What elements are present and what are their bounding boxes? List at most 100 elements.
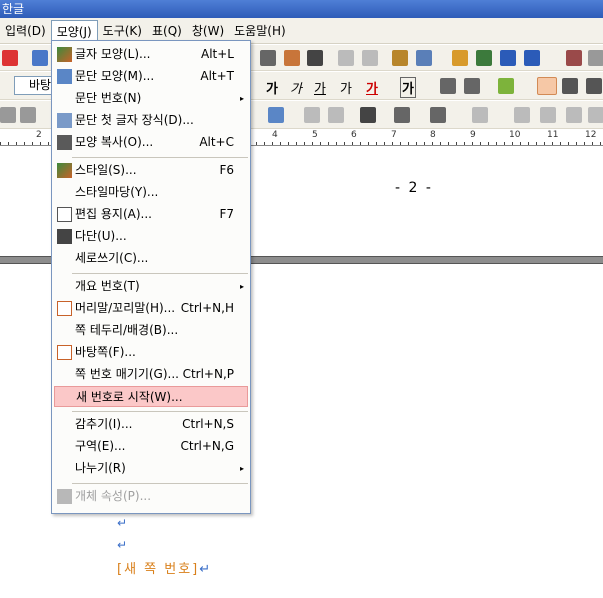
- ruler-tick: 5: [312, 130, 318, 140]
- menu-item-header-footer[interactable]: 머리말/꼬리말(H)... Ctrl+N,H: [54, 298, 248, 319]
- menu-item-hide[interactable]: 감추기(I)... Ctrl+N,S: [54, 414, 248, 435]
- new-page-number-field[interactable]: [새 쪽 번호]↵: [117, 558, 212, 577]
- highlighter-icon[interactable]: [498, 78, 514, 94]
- font-color-button[interactable]: 가: [366, 78, 378, 97]
- symbol-icon[interactable]: [524, 50, 540, 66]
- menu-item-vertical-writing[interactable]: 세로쓰기(C)...: [54, 248, 248, 269]
- columns-icon[interactable]: [307, 50, 323, 66]
- menu-separator: [72, 157, 248, 158]
- menu-window[interactable]: 창(W): [187, 20, 229, 42]
- bring-front-icon[interactable]: [304, 107, 320, 123]
- pdf-icon[interactable]: [2, 50, 18, 66]
- menu-item-page-border[interactable]: 쪽 테두리/배경(B)...: [54, 320, 248, 341]
- group-icon[interactable]: [514, 107, 530, 123]
- menu-table[interactable]: 표(Q): [147, 20, 187, 42]
- menu-item-outline-number[interactable]: 개요 번호(T) ▸: [54, 276, 248, 297]
- menu-format[interactable]: 모양(J): [50, 19, 98, 42]
- table-icon[interactable]: [416, 50, 432, 66]
- master-page-icon: [57, 345, 72, 360]
- align-objects-icon[interactable]: [566, 107, 582, 123]
- equation-icon[interactable]: [476, 50, 492, 66]
- more-icon[interactable]: [588, 50, 603, 66]
- menu-item-style[interactable]: 스타일(S)... F6: [54, 160, 248, 181]
- ruler-tick: 7: [391, 130, 397, 140]
- line-width-icon[interactable]: [394, 107, 410, 123]
- dropcap-icon: [57, 113, 72, 128]
- format-menu-dropdown: 글자 모양(L)... Alt+L 문단 모양(M)... Alt+T 문단 번…: [51, 40, 251, 514]
- text-art-icon[interactable]: [284, 50, 300, 66]
- menu-help[interactable]: 도움말(H): [229, 20, 291, 42]
- outline-button[interactable]: 가: [340, 78, 352, 97]
- menu-separator: [72, 273, 248, 274]
- ruler-tick: 9: [470, 130, 476, 140]
- ruler-tick: 8: [430, 130, 436, 140]
- unlink-icon[interactable]: [362, 50, 378, 66]
- form-icon[interactable]: [566, 50, 582, 66]
- menu-separator: [72, 483, 248, 484]
- align-left-icon[interactable]: [562, 78, 578, 94]
- arrow-style-icon[interactable]: [430, 107, 446, 123]
- ruler-tick: 6: [351, 130, 357, 140]
- ruler-tick: 2: [36, 130, 42, 140]
- menu-item-copy-format[interactable]: 모양 복사(O)... Alt+C: [54, 132, 248, 153]
- header-footer-icon: [57, 301, 72, 316]
- shadow-icon[interactable]: [472, 107, 488, 123]
- paragraph-mark: ↵: [117, 538, 128, 552]
- style-select[interactable]: 바탕: [14, 76, 54, 95]
- menu-item-char-shape[interactable]: 글자 모양(L)... Alt+L: [54, 44, 248, 65]
- page-setup-icon: [57, 207, 72, 222]
- menu-tools[interactable]: 도구(K): [98, 20, 147, 42]
- style-select-value: 바탕: [29, 78, 52, 92]
- title-bar: 한글: [0, 0, 603, 18]
- paragraph-mark: ↵: [117, 516, 128, 530]
- field-label: [새 쪽 번호]: [117, 562, 200, 577]
- image-icon[interactable]: [392, 50, 408, 66]
- ruler-tick: 10: [509, 130, 521, 140]
- link-icon[interactable]: [338, 50, 354, 66]
- underline-button[interactable]: 가: [314, 78, 326, 97]
- copy-format-icon: [57, 135, 72, 150]
- menu-item-page-setup[interactable]: 편집 용지(A)... F7: [54, 204, 248, 225]
- send-back-icon[interactable]: [328, 107, 344, 123]
- char-shape-icon: [57, 47, 72, 62]
- chart-icon[interactable]: [452, 50, 468, 66]
- menu-item-para-number[interactable]: 문단 번호(N) ▸: [54, 88, 248, 109]
- justify-icon[interactable]: [537, 77, 557, 95]
- window-title: 한글: [2, 2, 25, 16]
- align-center-icon[interactable]: [260, 50, 276, 66]
- menu-item-dropcap[interactable]: 문단 첫 글자 장식(D)...: [54, 110, 248, 131]
- menu-item-para-shape[interactable]: 문단 모양(M)... Alt+T: [54, 66, 248, 87]
- menu-item-style-gallery[interactable]: 스타일마당(Y)...: [54, 182, 248, 203]
- fill-color-icon[interactable]: [268, 107, 284, 123]
- menu-item-new-number[interactable]: 새 번호로 시작(W)...: [54, 386, 248, 407]
- columns-icon: [57, 229, 72, 244]
- menu-item-object-props[interactable]: 개체 속성(P)...: [54, 486, 248, 507]
- align-right-icon[interactable]: [586, 78, 602, 94]
- ungroup-icon[interactable]: [540, 107, 556, 123]
- para-shape-icon: [57, 69, 72, 84]
- menu-item-section[interactable]: 구역(E)... Ctrl+N,G: [54, 436, 248, 457]
- submenu-arrow-icon: ▸: [239, 282, 244, 291]
- menu-item-break[interactable]: 나누기(R) ▸: [54, 458, 248, 479]
- italic-button[interactable]: 가: [290, 78, 302, 97]
- char-border-button[interactable]: 가: [400, 77, 416, 98]
- submenu-arrow-icon: ▸: [239, 464, 244, 473]
- spacing-wide-icon[interactable]: [464, 78, 480, 94]
- formula-icon[interactable]: [500, 50, 516, 66]
- ruler-tick: 12: [585, 130, 597, 140]
- curve-icon[interactable]: [20, 107, 36, 123]
- bold-button[interactable]: 가: [266, 78, 278, 97]
- menu-item-master-page[interactable]: 바탕쪽(F)...: [54, 342, 248, 363]
- undo-icon[interactable]: [32, 50, 48, 66]
- menu-item-page-numbering[interactable]: 쪽 번호 매기기(G)... Ctrl+N,P: [54, 364, 248, 385]
- spacing-narrow-icon[interactable]: [440, 78, 456, 94]
- line-style-icon[interactable]: [360, 107, 376, 123]
- distribute-icon[interactable]: [588, 107, 603, 123]
- object-props-icon: [57, 489, 72, 504]
- page-number: - 2 -: [395, 180, 433, 196]
- paragraph-mark: ↵: [199, 562, 213, 577]
- menu-insert[interactable]: 입력(D): [0, 20, 51, 42]
- menu-item-columns[interactable]: 다단(U)...: [54, 226, 248, 247]
- shape-icon[interactable]: [0, 107, 16, 123]
- menu-separator: [72, 411, 248, 412]
